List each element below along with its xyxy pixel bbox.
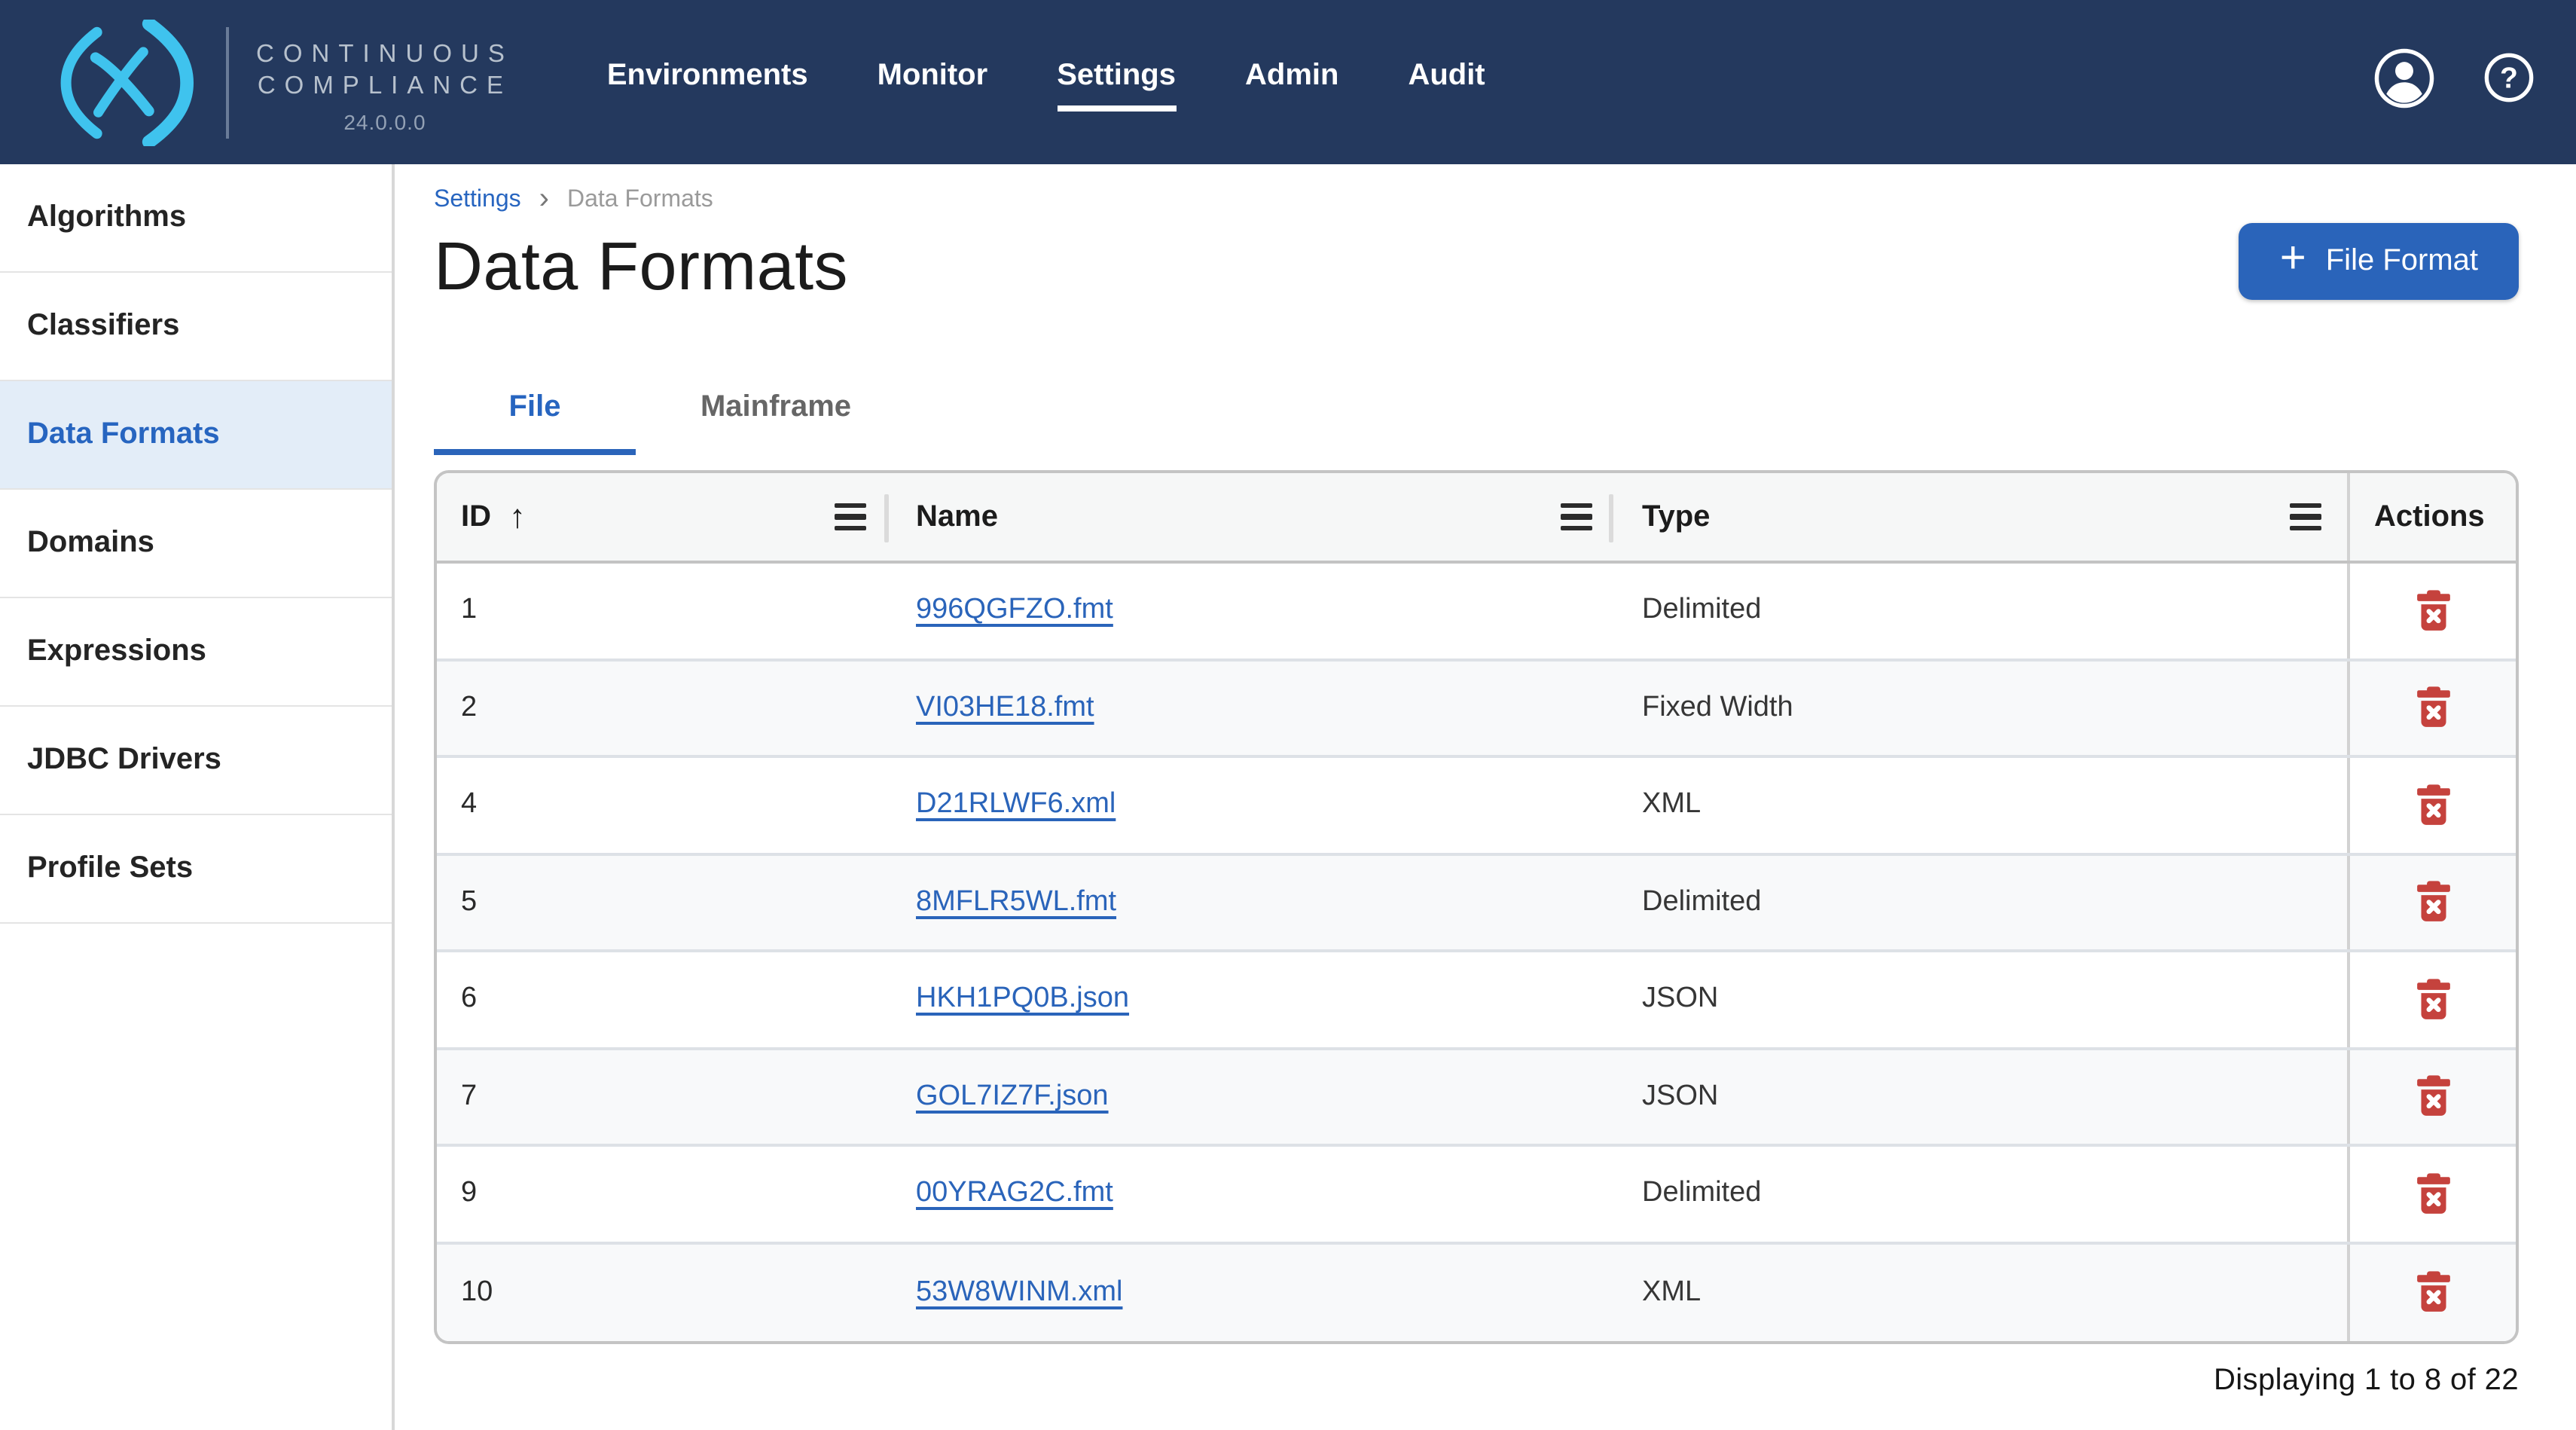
delete-trash-icon[interactable] [2407,583,2459,639]
format-name-link[interactable]: 00YRAG2C.fmt [916,1178,1113,1211]
delete-trash-icon[interactable] [2407,778,2459,833]
sidebar-item-profile-sets[interactable]: Profile Sets [0,815,392,924]
row-id: 9 [461,1178,477,1211]
sidebar-item-domains[interactable]: Domains [0,490,392,598]
table-row: 10 53W8WINM.xml XML [437,1244,2516,1341]
top-navigation-bar: CONTINUOUS COMPLIANCE 24.0.0.0 Environme… [0,0,2576,164]
table-row: 4 D21RLWF6.xml XML [437,758,2516,855]
add-file-format-label: File Format [2326,244,2478,279]
row-id: 4 [461,789,477,822]
app-version: 24.0.0.0 [343,110,426,134]
table-row: 5 8MFLR5WL.fmt Delimited [437,855,2516,952]
breadcrumb-settings-link[interactable]: Settings [434,187,521,214]
row-id: 10 [461,1276,493,1309]
brand-lockup: CONTINUOUS COMPLIANCE 24.0.0.0 [0,0,514,164]
delete-trash-icon[interactable] [2407,875,2459,930]
column-header-type[interactable]: Type [1610,473,2347,561]
delete-trash-icon[interactable] [2407,680,2459,736]
page-title: Data Formats [434,229,848,304]
format-type: Delimited [1642,594,1761,628]
nav-icon-group: ? [2373,46,2576,109]
column-menu-icon-type[interactable] [2287,497,2324,536]
help-glyph: ? [2500,63,2518,95]
brand-name-line2: COMPLIANCE [258,71,512,102]
table-row: 6 HKH1PQ0B.json JSON [437,952,2516,1050]
table-row: 9 00YRAG2C.fmt Delimited [437,1147,2516,1244]
delphix-logo-icon [54,19,196,145]
column-header-actions: Actions [2347,473,2516,561]
nav-item-audit[interactable]: Audit [1408,49,1485,106]
row-id: 1 [461,594,477,628]
format-type: JSON [1642,1080,1718,1114]
data-formats-table: ID ↑ Name Type Actions [434,470,2519,1344]
plus-icon: + [2280,238,2306,280]
chevron-right-icon: › [539,186,549,210]
table-header-row: ID ↑ Name Type Actions [437,473,2516,564]
column-menu-icon-name[interactable] [1558,497,1595,536]
column-menu-icon-id[interactable] [832,497,869,536]
format-type: XML [1642,1276,1701,1309]
sidebar-item-expressions[interactable]: Expressions [0,598,392,707]
format-name-link[interactable]: HKH1PQ0B.json [916,983,1129,1016]
table-row: 1 996QGFZO.fmt Delimited [437,564,2516,661]
pagination-summary: Displaying 1 to 8 of 22 [434,1364,2519,1398]
nav-item-settings[interactable]: Settings [1057,49,1176,106]
brand-divider [226,26,229,138]
format-name-link[interactable]: VI03HE18.fmt [916,692,1094,725]
delete-trash-icon[interactable] [2407,1265,2459,1321]
app-window: CONTINUOUS COMPLIANCE 24.0.0.0 Environme… [0,0,2576,1430]
primary-nav: Environments Monitor Settings Admin Audi… [607,49,1485,106]
app-shell: Algorithms Classifiers Data Formats Doma… [0,164,2576,1430]
sidebar-item-classifiers[interactable]: Classifiers [0,273,392,381]
format-name-link[interactable]: D21RLWF6.xml [916,789,1116,822]
format-name-link[interactable]: 53W8WINM.xml [916,1276,1122,1309]
row-id: 6 [461,983,477,1016]
delete-trash-icon[interactable] [2407,1166,2459,1222]
row-id: 2 [461,692,477,725]
help-circle-icon[interactable]: ? [2483,51,2535,104]
column-header-name[interactable]: Name [886,473,1610,561]
tab-file[interactable]: File [434,365,636,455]
format-type: Delimited [1642,886,1761,919]
format-tabs: File Mainframe [434,365,2519,455]
settings-sidebar: Algorithms Classifiers Data Formats Doma… [0,164,395,1430]
brand-name: CONTINUOUS COMPLIANCE 24.0.0.0 [256,39,514,134]
sidebar-item-jdbc-drivers[interactable]: JDBC Drivers [0,707,392,815]
breadcrumb: Settings › Data Formats [434,184,2519,217]
row-id: 7 [461,1080,477,1114]
delete-trash-icon[interactable] [2407,972,2459,1028]
main-content: Settings › Data Formats Data Formats + F… [395,164,2576,1430]
format-type: XML [1642,789,1701,822]
brand-name-line1: CONTINUOUS [256,39,514,71]
format-type: Delimited [1642,1178,1761,1211]
sort-ascending-icon: ↑ [509,497,526,536]
sidebar-item-data-formats[interactable]: Data Formats [0,381,392,490]
format-name-link[interactable]: 8MFLR5WL.fmt [916,886,1116,919]
format-name-link[interactable]: GOL7IZ7F.json [916,1080,1109,1114]
sidebar-item-algorithms[interactable]: Algorithms [0,164,392,273]
nav-item-monitor[interactable]: Monitor [877,49,988,106]
table-row: 7 GOL7IZ7F.json JSON [437,1050,2516,1147]
add-file-format-button[interactable]: + File Format [2239,223,2519,300]
format-type: Fixed Width [1642,692,1793,725]
format-type: JSON [1642,983,1718,1016]
page-header-row: Data Formats + File Format [434,229,2519,304]
tab-mainframe[interactable]: Mainframe [648,365,904,455]
nav-item-environments[interactable]: Environments [607,49,808,106]
breadcrumb-current: Data Formats [567,187,713,214]
account-circle-icon[interactable] [2373,46,2436,109]
format-name-link[interactable]: 996QGFZO.fmt [916,594,1113,628]
nav-item-admin[interactable]: Admin [1245,49,1338,106]
table-row: 2 VI03HE18.fmt Fixed Width [437,661,2516,758]
row-id: 5 [461,886,477,919]
column-header-id[interactable]: ID ↑ [437,473,886,561]
delete-trash-icon[interactable] [2407,1069,2459,1125]
